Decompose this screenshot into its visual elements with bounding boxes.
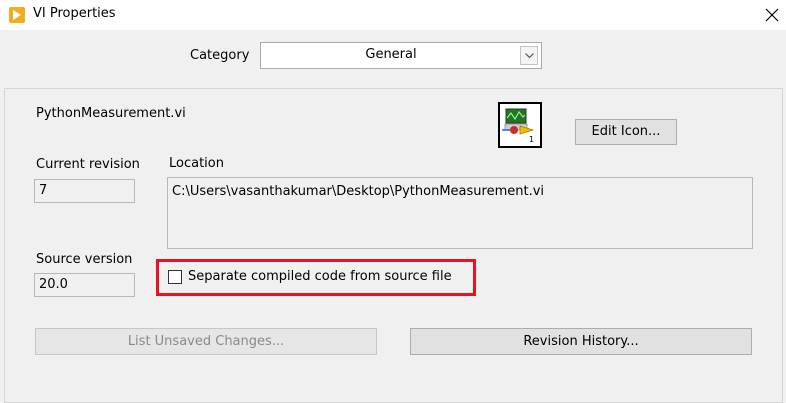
current-revision-field: 7 <box>34 179 135 203</box>
separate-compiled-checkbox[interactable] <box>168 270 182 284</box>
title-bar: VI Properties <box>0 0 786 30</box>
category-dropdown-button[interactable] <box>520 46 538 65</box>
chevron-down-icon <box>525 53 534 59</box>
vi-name: PythonMeasurement.vi <box>36 106 186 121</box>
labview-play-icon <box>9 7 25 23</box>
vi-icon-image: 1 <box>498 102 542 148</box>
location-field: C:\Users\vasanthakumar\Desktop\PythonMea… <box>167 177 753 249</box>
svg-text:1: 1 <box>529 135 534 144</box>
source-version-field: 20.0 <box>34 273 135 297</box>
current-revision-label: Current revision <box>36 157 140 172</box>
category-label: Category <box>190 48 250 63</box>
source-version-label: Source version <box>36 252 133 267</box>
category-value: General <box>365 47 417 62</box>
separate-compiled-label[interactable]: Separate compiled code from source file <box>188 269 452 284</box>
edit-icon-button[interactable]: Edit Icon... <box>575 119 677 145</box>
vi-waveform-icon: 1 <box>502 106 538 144</box>
close-icon <box>765 8 779 22</box>
location-label: Location <box>169 156 224 171</box>
list-unsaved-changes-button: List Unsaved Changes... <box>35 328 377 355</box>
close-button[interactable] <box>760 3 784 27</box>
revision-history-button[interactable]: Revision History... <box>410 328 752 355</box>
window-title: VI Properties <box>33 6 116 21</box>
category-select[interactable]: General <box>260 42 542 69</box>
